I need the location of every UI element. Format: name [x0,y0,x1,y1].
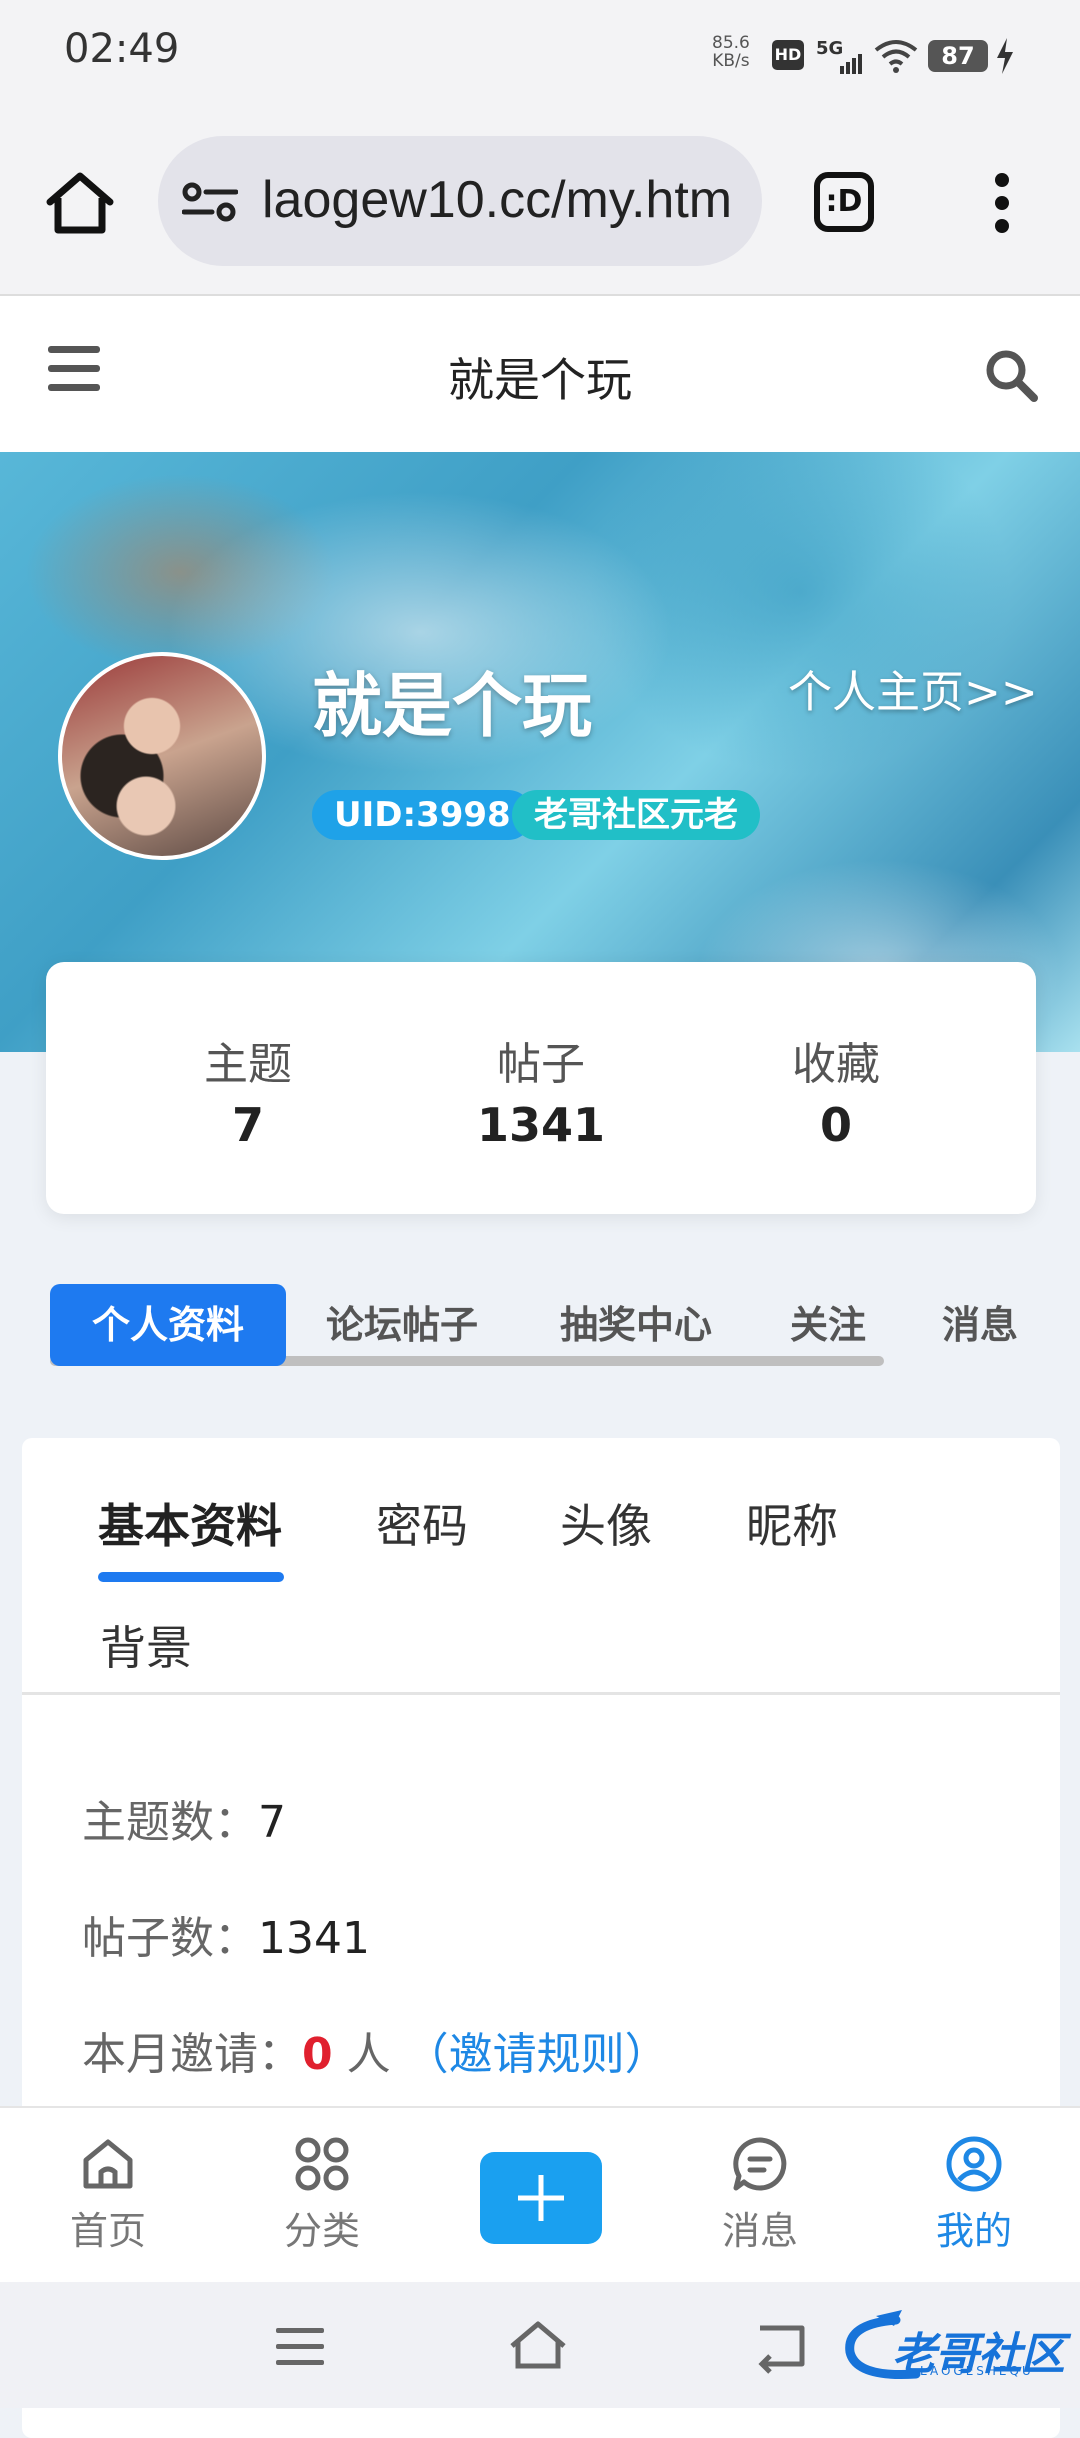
info-posts-label: 帖子数： [82,1913,258,1964]
tab-switcher-button[interactable]: :D [814,172,874,232]
info-invite-row: 本月邀请：0 人 （邀请规则） [82,2018,669,2082]
site-title: 就是个玩 [448,353,632,407]
nav-mine-label: 我的 [935,2209,1012,2253]
tab-profile[interactable]: 个人资料 [50,1284,286,1366]
signal-icon [840,54,862,74]
wifi-icon [874,40,918,73]
chat-icon [733,2137,787,2191]
plus-icon [518,2175,564,2221]
nav-category-label: 分类 [283,2209,360,2253]
divider [22,1692,1060,1695]
network-speed-unit: KB/s [712,51,750,71]
info-topics-value: 7 [258,1797,286,1848]
tab-messages[interactable]: 消息 [928,1284,1032,1366]
watermark-subtext: LAOGESHEQU [920,2364,1034,2378]
avatar[interactable] [58,652,266,860]
grid-icon [295,2137,349,2191]
tab-follow[interactable]: 关注 [776,1284,880,1366]
nav-messages-label: 消息 [721,2209,798,2253]
nav-category[interactable]: 分类 [252,2134,392,2255]
network-speed-value: 85.6 [712,33,750,53]
info-invite-count: 0 [302,2029,333,2080]
network-speed: 85.6 KB/s [712,34,750,70]
status-time: 02:49 [64,26,180,72]
stat-value: 0 [819,1098,852,1152]
info-invite-unit: 人 [346,2029,391,2080]
battery-icon: 87 [928,40,988,72]
stat-value: 7 [231,1098,264,1152]
hd-icon: HD [772,40,804,70]
subtab-basic-info[interactable]: 基本资料 [98,1490,282,1556]
more-menu-icon[interactable] [992,170,1012,236]
home-icon [83,2139,133,2189]
menu-icon[interactable] [48,346,100,392]
profile-name: 就是个玩 [312,665,592,747]
subtab-nickname[interactable]: 昵称 [746,1490,838,1556]
subtab-background[interactable]: 背景 [100,1612,192,1678]
stat-favorites[interactable]: 收藏 0 [736,962,936,1152]
charging-icon [997,38,1013,74]
info-posts-value: 1341 [258,1913,370,1964]
info-topics-label: 主题数： [82,1797,258,1848]
nav-messages[interactable]: 消息 [690,2134,830,2255]
stat-label: 收藏 [792,1039,880,1090]
url-text[interactable]: laogew10.cc/my.htm [262,170,742,230]
user-circle-icon [946,2136,1002,2192]
stat-posts[interactable]: 帖子 1341 [441,962,641,1152]
tab-forum-posts[interactable]: 论坛帖子 [310,1284,494,1366]
stat-label: 帖子 [497,1039,585,1090]
stat-value: 1341 [476,1098,606,1152]
subtab-avatar[interactable]: 头像 [560,1490,652,1556]
rank-badge: 老哥社区元老 [512,790,760,840]
subtab-password[interactable]: 密码 [376,1490,468,1556]
home-icon[interactable] [44,170,116,236]
stat-topics[interactable]: 主题 7 [148,962,348,1152]
info-topics-row: 主题数：7 [82,1786,286,1850]
tab-lottery[interactable]: 抽奖中心 [544,1284,728,1366]
info-invite-label: 本月邀请： [82,2029,302,2080]
recent-apps-icon[interactable] [270,2318,330,2374]
new-post-button[interactable] [480,2152,602,2244]
invite-rules-link[interactable]: （邀请规则） [405,2029,669,2080]
stat-label: 主题 [204,1039,292,1090]
back-icon[interactable] [750,2318,810,2374]
profile-home-link[interactable]: 个人主页>> [788,656,1038,720]
nav-home[interactable]: 首页 [38,2134,178,2255]
nav-home-label: 首页 [69,2209,146,2253]
nav-mine[interactable]: 我的 [904,2134,1044,2255]
uid-badge: UID:3998 [312,790,533,840]
stats-card: 主题 7 帖子 1341 收藏 0 [46,962,1036,1214]
info-posts-row: 帖子数：1341 [82,1902,370,1966]
site-settings-icon[interactable] [182,182,238,222]
subtab-active-indicator [98,1572,284,1582]
system-home-icon[interactable] [508,2318,568,2374]
search-icon[interactable] [984,348,1038,402]
